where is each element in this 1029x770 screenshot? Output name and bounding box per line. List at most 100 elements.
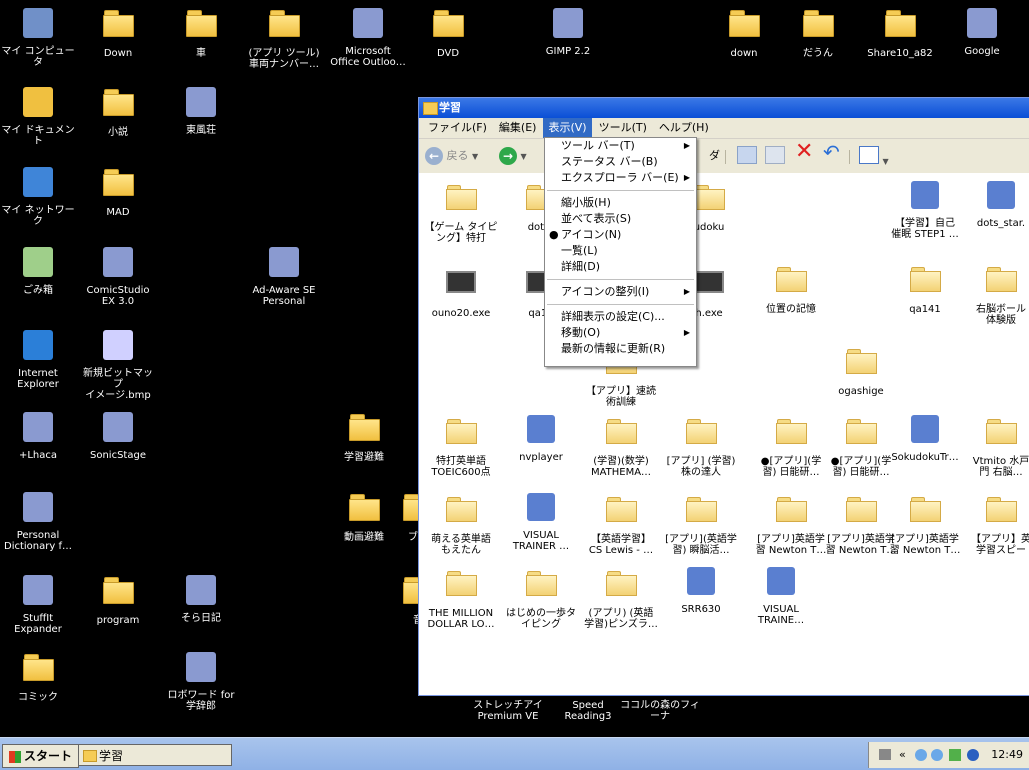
desktop-icon[interactable]: マイ ドキュメント: [0, 85, 76, 147]
tray-expand-button[interactable]: «: [899, 742, 906, 768]
file-item[interactable]: Vtmito 水戸 門 右脳…: [959, 413, 1029, 478]
desktop-icon-label[interactable]: ストレッチアイ Premium VE: [468, 700, 548, 722]
desktop-icon[interactable]: Microsoft Office Outloo…: [330, 6, 406, 68]
file-item[interactable]: THE MILLION DOLLAR LO…: [419, 565, 503, 630]
move-to-button[interactable]: [737, 146, 757, 166]
menu-item[interactable]: 表示(V): [543, 118, 592, 138]
app-tray-icon[interactable]: [967, 749, 979, 761]
view-menu-item[interactable]: 最新の情報に更新(R): [545, 341, 696, 357]
delete-icon[interactable]: ✕: [795, 141, 813, 163]
back-button[interactable]: ← 戻る ▼: [425, 146, 478, 166]
views-button[interactable]: ▼: [859, 146, 889, 166]
file-item[interactable]: SokudokuTr…: [883, 413, 967, 463]
desktop-icon[interactable]: MAD: [80, 165, 156, 218]
folders-button[interactable]: ダ: [709, 146, 720, 166]
file-item[interactable]: (学習)(数学) MATHEMA…: [579, 413, 663, 478]
desktop-icon[interactable]: Down: [80, 6, 156, 59]
app-tray-icon[interactable]: [949, 749, 961, 761]
view-menu-item[interactable]: アイコンの整列(I) ▶: [545, 284, 696, 300]
desktop-icon[interactable]: マイ コンピュータ: [0, 6, 76, 68]
start-button[interactable]: スタート: [2, 744, 80, 768]
file-item[interactable]: [アプリ]英語学 習 Newton T…: [883, 491, 967, 556]
file-item[interactable]: [アプリ] (学習) 株の達人: [659, 413, 743, 478]
folder-icon: [694, 185, 725, 210]
keyboard-icon[interactable]: [879, 749, 891, 760]
desktop-icon[interactable]: そら日記: [163, 573, 239, 624]
desktop-icon-label[interactable]: Speed Reading3: [548, 700, 628, 722]
desktop-icon[interactable]: ロボワード for 学辞郎: [163, 650, 239, 712]
menu-item[interactable]: 編集(E): [494, 118, 542, 138]
file-item[interactable]: SRR630: [659, 565, 743, 615]
view-menu-item[interactable]: 一覧(L): [545, 243, 696, 259]
view-menu-item[interactable]: エクスプローラ バー(E) ▶: [545, 170, 696, 186]
file-item[interactable]: qa141: [883, 261, 967, 315]
file-item[interactable]: 【学習】自己 催眠 STEP1 …: [883, 179, 967, 240]
desktop-icon[interactable]: SonicStage: [80, 410, 156, 461]
desktop-icon[interactable]: 学習避難: [326, 410, 402, 463]
network-icon[interactable]: [915, 749, 927, 761]
forward-button[interactable]: → ▼: [499, 146, 527, 166]
file-item[interactable]: VISUAL TRAINER …: [499, 491, 583, 552]
file-item[interactable]: 【英語学習】 CS Lewis - …: [579, 491, 663, 556]
desktop-icon[interactable]: ComicStudio EX 3.0: [80, 245, 156, 307]
file-item[interactable]: はじめの一歩タ イピング: [499, 565, 583, 630]
desktop-icon[interactable]: Ad-Aware SE Personal: [246, 245, 322, 307]
file-item[interactable]: VISUAL TRAINE…: [739, 565, 823, 626]
file-item[interactable]: [アプリ](英語学 習) 瞬脳活…: [659, 491, 743, 556]
desktop-icon[interactable]: だうん: [780, 6, 856, 59]
desktop-icon[interactable]: 東風荘: [163, 85, 239, 136]
view-menu-item[interactable]: 詳細(D): [545, 259, 696, 275]
folder-icon: [103, 10, 134, 37]
desktop-icon[interactable]: 小説: [80, 85, 156, 138]
file-item[interactable]: ogashige: [819, 343, 903, 397]
file-item[interactable]: 位置の記憶: [749, 261, 833, 315]
desktop-icon[interactable]: コミック: [0, 650, 76, 703]
file-item[interactable]: nvplayer: [499, 413, 583, 463]
app-icon: [687, 567, 715, 595]
desktop-icon[interactable]: Personal Dictionary f…: [0, 490, 76, 552]
file-item[interactable]: 萌える英単語 もえたん: [419, 491, 503, 556]
desktop-icon-label[interactable]: ココルの森のフィ ーナ: [620, 700, 700, 722]
desktop-icon[interactable]: (アプリ ツール) 車両ナンバー…: [246, 6, 322, 70]
view-menu-item[interactable]: 並べて表示(S): [545, 211, 696, 227]
menu-item[interactable]: ヘルプ(H): [654, 118, 714, 138]
window-titlebar[interactable]: 学習: [419, 98, 1029, 118]
file-item[interactable]: 特打英単語 TOEIC600点: [419, 413, 503, 478]
file-item[interactable]: 【ゲーム タイピ ング】特打: [419, 179, 503, 244]
file-item[interactable]: ouno20.exe: [419, 261, 503, 319]
desktop-icon[interactable]: +Lhaca: [0, 410, 76, 461]
desktop-icon[interactable]: Google: [944, 6, 1020, 57]
desktop-icon[interactable]: ごみ箱: [0, 245, 76, 296]
desktop-icon[interactable]: StuffIt Expander: [0, 573, 76, 635]
menu-item[interactable]: ファイル(F): [423, 118, 492, 138]
view-menu-item[interactable]: ステータス バー(B): [545, 154, 696, 170]
desktop-icon[interactable]: Internet Explorer: [0, 328, 76, 390]
desktop-icon[interactable]: Share10_a82: [862, 6, 938, 59]
folder-icon: [910, 267, 941, 292]
copy-to-button[interactable]: [765, 146, 785, 166]
desktop-icon[interactable]: 新規ビットマップ イメージ.bmp: [80, 328, 156, 401]
view-menu-item[interactable]: アイコン(N) ●: [545, 227, 696, 243]
desktop-icon[interactable]: マイ ネットワーク: [0, 165, 76, 227]
desktop-icon[interactable]: GIMP 2.2: [530, 6, 606, 57]
clock[interactable]: 12:49: [991, 742, 1023, 768]
desktop-icon[interactable]: program: [80, 573, 156, 626]
file-item[interactable]: 右脳ボール 体験版: [959, 261, 1029, 326]
file-label: [アプリ] (学習) 株の達人: [666, 456, 736, 478]
desktop-icon[interactable]: DVD: [410, 6, 486, 59]
menu-item[interactable]: ツール(T): [594, 118, 652, 138]
view-menu-item[interactable]: 縮小版(H): [545, 195, 696, 211]
file-item[interactable]: 【アプリ】英 学習スピー: [959, 491, 1029, 556]
view-menu-item[interactable]: ツール バー(T) ▶: [545, 138, 696, 154]
undo-icon[interactable]: ↶: [823, 142, 840, 162]
file-item[interactable]: (アプリ) (英語 学習)ピンズラ…: [579, 565, 663, 630]
view-menu-item[interactable]: 詳細表示の設定(C)...: [545, 309, 696, 325]
view-menu-item[interactable]: 移動(O) ▶: [545, 325, 696, 341]
taskbar-item-学習[interactable]: 学習: [78, 744, 232, 766]
network-icon[interactable]: [931, 749, 943, 761]
file-item[interactable]: dots_star.: [959, 179, 1029, 229]
desktop-icon[interactable]: down: [706, 6, 782, 59]
explorer-window[interactable]: 学習 ファイル(F) 編集(E) 表示(V) ツール(T) ヘルプ(H) ← 戻る ▼ …: [418, 97, 1029, 696]
ie-icon: [23, 330, 53, 360]
desktop-icon[interactable]: 車: [163, 6, 239, 59]
